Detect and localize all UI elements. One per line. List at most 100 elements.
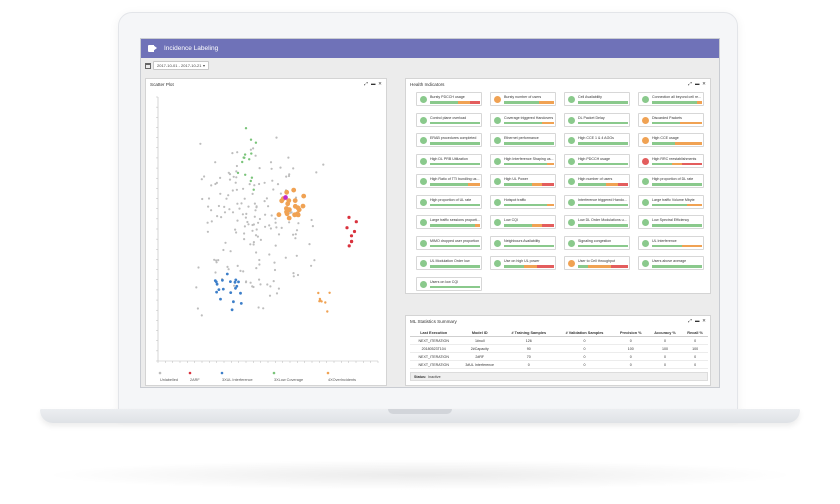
scatter-point[interactable] (210, 220, 213, 223)
scatter-point[interactable] (241, 160, 244, 164)
column-header[interactable]: # Training Samples (502, 329, 556, 337)
scatter-point[interactable] (292, 272, 295, 275)
scatter-point[interactable] (216, 215, 219, 218)
scatter-point[interactable] (244, 281, 248, 284)
close-icon[interactable]: ✕ (702, 81, 706, 86)
health-card[interactable]: ERAB procedures completed (416, 133, 482, 147)
health-card[interactable]: UL Interference (638, 235, 704, 250)
scatter-point[interactable] (279, 192, 282, 195)
scatter-point[interactable] (244, 173, 247, 176)
scatter-point[interactable] (217, 288, 221, 291)
scatter-point[interactable] (215, 181, 218, 184)
scatter-point[interactable] (310, 264, 313, 267)
scatter-point[interactable] (297, 222, 300, 225)
scatter-point[interactable] (213, 258, 216, 261)
scatter-point[interactable] (232, 300, 235, 304)
scatter-point[interactable] (322, 163, 325, 166)
column-header[interactable]: Model ID (457, 329, 503, 337)
scatter-point[interactable] (225, 197, 228, 200)
scatter-point[interactable] (235, 164, 238, 168)
scatter-point[interactable] (275, 226, 278, 229)
health-card[interactable]: High RRC reestablishments (638, 153, 704, 168)
scatter-point[interactable] (271, 179, 274, 182)
health-card[interactable]: DL Packet Delay (564, 112, 630, 127)
scatter-point[interactable] (269, 285, 272, 288)
health-card[interactable]: UL Modulation Order low (416, 256, 482, 270)
scatter-plot[interactable]: Unlabelled 2ARF 3XUL Interference 3XLow Cov… (146, 79, 388, 387)
scatter-point[interactable] (219, 297, 222, 301)
scatter-point[interactable] (197, 266, 200, 269)
scatter-point[interactable] (239, 269, 242, 272)
scatter-point[interactable] (207, 197, 211, 200)
scatter-point[interactable] (354, 220, 358, 224)
scatter-point[interactable] (246, 220, 249, 224)
scatter-point[interactable] (235, 284, 239, 288)
scatter-point[interactable] (258, 217, 261, 221)
minimize-icon[interactable]: ▬ (695, 81, 700, 86)
health-card[interactable]: Control plane overload (416, 112, 482, 127)
scatter-point[interactable] (249, 243, 252, 246)
scatter-point[interactable] (220, 216, 223, 219)
scatter-point[interactable] (214, 271, 217, 274)
scatter-point[interactable] (318, 300, 321, 303)
scatter-point[interactable] (231, 211, 235, 214)
scatter-point[interactable] (252, 147, 255, 150)
minimize-icon[interactable]: ▬ (695, 318, 700, 323)
scatter-point[interactable] (253, 215, 256, 218)
scatter-point[interactable] (249, 148, 252, 151)
scatter-point[interactable] (287, 156, 290, 159)
health-card[interactable]: Bursty PDCCH usage (416, 92, 482, 106)
scatter-point[interactable] (252, 285, 255, 289)
scatter-point[interactable] (259, 283, 262, 286)
scatter-point[interactable] (292, 275, 295, 278)
scatter-point[interactable] (256, 235, 259, 238)
scatter-point[interactable] (273, 268, 277, 272)
scatter-point[interactable] (274, 244, 277, 247)
scatter-point[interactable] (310, 218, 313, 222)
scatter-point[interactable] (242, 187, 245, 190)
scatter-point[interactable] (249, 179, 252, 183)
scatter-point[interactable] (210, 209, 213, 212)
health-card[interactable]: Discarded Packets (638, 112, 704, 127)
scatter-point[interactable] (221, 278, 224, 282)
health-card[interactable]: High number of users (564, 174, 630, 188)
health-card[interactable]: High proportion of DL rate (638, 174, 704, 188)
scatter-point[interactable] (250, 152, 253, 155)
scatter-point[interactable] (248, 158, 251, 161)
scatter-point[interactable] (243, 153, 247, 156)
scatter-point[interactable] (251, 192, 254, 195)
table-row[interactable]: 20180523T104 2#Capacity 90 0 100 100 100 (410, 344, 708, 353)
health-card[interactable]: Neighbours Availability (490, 235, 556, 250)
scatter-point[interactable] (295, 254, 298, 257)
health-card[interactable]: High PDCCH usage (564, 153, 630, 168)
scatter-point[interactable] (232, 175, 235, 178)
scatter-point[interactable] (244, 216, 247, 219)
scatter-point[interactable] (242, 270, 245, 273)
scatter-point[interactable] (258, 182, 261, 186)
scatter-point[interactable] (219, 176, 222, 179)
scatter-point[interactable] (250, 176, 254, 179)
scatter-point[interactable] (244, 127, 248, 130)
health-card[interactable]: Low CQI (490, 215, 556, 229)
scatter-point[interactable] (294, 233, 297, 236)
scatter-point[interactable] (280, 226, 283, 229)
scatter-point[interactable] (276, 183, 280, 186)
scatter-point[interactable] (259, 238, 262, 241)
scatter-point[interactable] (263, 200, 266, 203)
scatter-point[interactable] (295, 229, 299, 232)
scatter-point[interactable] (345, 226, 349, 230)
scatter-point[interactable] (308, 243, 311, 246)
health-card[interactable]: High proportion of UL rate (416, 194, 482, 209)
scatter-point[interactable] (264, 225, 267, 228)
health-card[interactable]: Connection all beyond cell re... (638, 92, 704, 106)
scatter-point[interactable] (243, 232, 246, 235)
scatter-point[interactable] (237, 280, 240, 284)
scatter-point[interactable] (269, 161, 273, 164)
scatter-point[interactable] (236, 171, 240, 175)
scatter-point[interactable] (227, 171, 230, 174)
scatter-point[interactable] (318, 297, 322, 301)
scatter-point[interactable] (283, 195, 288, 200)
scatter-point[interactable] (284, 189, 290, 195)
scatter-point[interactable] (225, 272, 229, 276)
scatter-point[interactable] (265, 197, 268, 200)
